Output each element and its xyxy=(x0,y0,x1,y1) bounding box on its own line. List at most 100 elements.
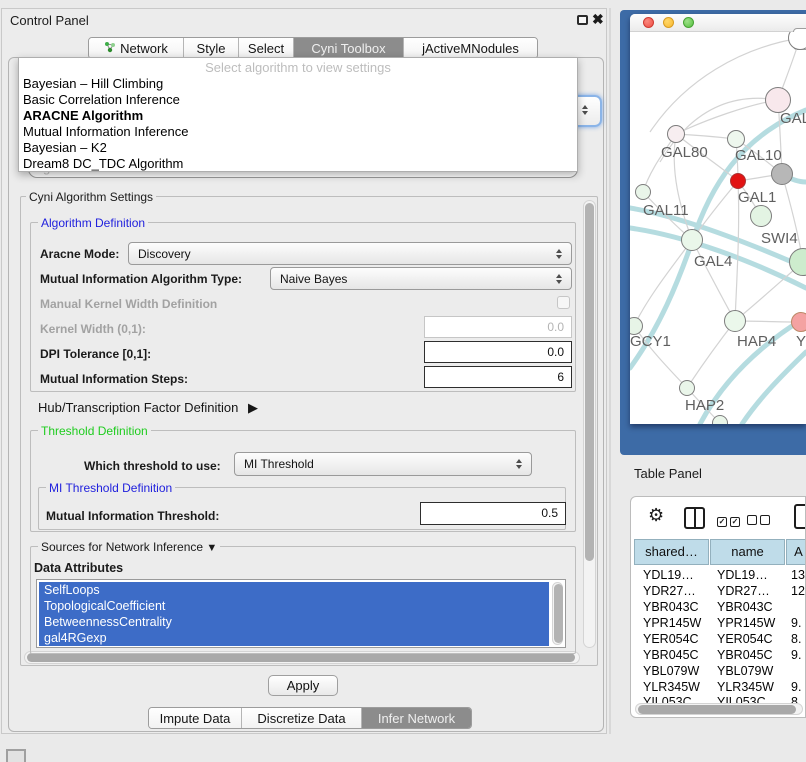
kernel-width-field[interactable]: 0.0 xyxy=(424,316,572,338)
float-panel-icon[interactable] xyxy=(577,15,588,25)
list-item-selfloops[interactable]: SelfLoops xyxy=(39,582,549,598)
table-cell[interactable]: YER054C xyxy=(717,632,773,646)
algorithm-dropdown-popup: Select algorithm to view settings Bayesi… xyxy=(18,57,578,172)
dropdown-item-aracne[interactable]: ARACNE Algorithm xyxy=(23,108,143,124)
node-gal10[interactable] xyxy=(727,130,745,148)
table-cell[interactable]: YDR27… xyxy=(643,584,696,598)
column-header-shared[interactable]: shared… xyxy=(634,539,709,565)
table-cell[interactable]: YDR27… xyxy=(717,584,770,598)
node-hap2[interactable] xyxy=(679,380,695,396)
tab-impute-data[interactable]: Impute Data xyxy=(149,708,241,728)
column-header-name[interactable]: name xyxy=(710,539,785,565)
table-cell[interactable]: YDL19… xyxy=(717,568,768,582)
close-panel-icon[interactable]: ✖ xyxy=(592,11,604,28)
dropdown-item-bayesian-hill-climbing[interactable]: Bayesian – Hill Climbing xyxy=(23,76,163,92)
column-header-a[interactable]: A xyxy=(786,539,806,565)
table-cell[interactable]: YDL19… xyxy=(643,568,694,582)
list-item-topologicalcoefficient[interactable]: TopologicalCoefficient xyxy=(39,598,549,614)
table-cell[interactable]: YBR043C xyxy=(717,600,773,614)
table-cell[interactable]: YBL079W xyxy=(643,664,699,678)
list-item-gal4rgexp[interactable]: gal4RGexp xyxy=(39,630,549,646)
mi-algorithm-type-combobox[interactable]: Naive Bayes xyxy=(270,267,572,290)
network-window-titlebar[interactable] xyxy=(630,14,806,32)
tab-network[interactable]: Network xyxy=(89,38,183,58)
settings-vertical-scrollbar[interactable] xyxy=(583,200,596,648)
minimize-window-icon[interactable] xyxy=(663,17,674,28)
node-gray[interactable] xyxy=(771,163,793,185)
tab-cyni-toolbox[interactable]: Cyni Toolbox xyxy=(293,38,403,58)
table-cell[interactable]: 13 xyxy=(791,568,805,582)
dpi-tolerance-field[interactable]: 0.0 xyxy=(424,341,572,363)
table-cell[interactable]: 8. xyxy=(791,632,801,646)
which-threshold-combobox[interactable]: MI Threshold xyxy=(234,452,532,476)
columns-icon[interactable] xyxy=(684,507,705,529)
zoom-window-icon[interactable] xyxy=(683,17,694,28)
table-cell[interactable]: YBL079W xyxy=(717,664,773,678)
node-label-y: Y xyxy=(796,333,806,350)
combo-spinner-icon xyxy=(552,249,566,259)
tab-style[interactable]: Style xyxy=(183,38,238,58)
table-cell[interactable]: 9. xyxy=(791,616,801,630)
select-all-columns-icon[interactable]: ✓✓ xyxy=(717,511,743,529)
table-horizontal-scrollbar[interactable] xyxy=(635,703,803,715)
hub-definition-toggle[interactable]: Hub/Transcription Factor Definition ▶ xyxy=(38,400,258,416)
tab-discretize-data[interactable]: Discretize Data xyxy=(241,708,361,728)
manual-kernel-width-checkbox[interactable] xyxy=(557,296,570,309)
aracne-mode-combobox[interactable]: Discovery xyxy=(128,242,572,265)
table-cell[interactable]: YLR345W xyxy=(717,680,774,694)
dropdown-item-basic-correlation[interactable]: Basic Correlation Inference xyxy=(23,92,180,108)
deselect-all-columns-icon[interactable] xyxy=(747,512,773,530)
node-green-bottom[interactable] xyxy=(712,415,728,424)
table-cell[interactable]: YPR145W xyxy=(643,616,701,630)
bottom-tabs: Impute Data Discretize Data Infer Networ… xyxy=(148,707,472,729)
panel-divider[interactable] xyxy=(609,8,611,734)
network-view-panel: GAL GAL80 GAL10 GAL1 GAL11 GAL4 SWI4 GCY… xyxy=(620,10,806,455)
table-cell[interactable]: YPR145W xyxy=(717,616,775,630)
dropdown-item-bayesian-k2[interactable]: Bayesian – K2 xyxy=(23,140,107,156)
combo-spinner-icon xyxy=(552,274,566,284)
table-cell[interactable]: YBR045C xyxy=(643,648,699,662)
node-gal11[interactable] xyxy=(635,184,651,200)
table-cell[interactable]: 9. xyxy=(791,648,801,662)
table-cell[interactable]: 12 xyxy=(791,584,805,598)
table-cell[interactable]: YLR345W xyxy=(643,680,700,694)
node-label-gal10: GAL10 xyxy=(735,147,782,164)
list-item-betweennesscentrality[interactable]: BetweennessCentrality xyxy=(39,614,549,630)
node-label-hap2: HAP2 xyxy=(685,397,724,414)
minimized-panel-chip[interactable] xyxy=(6,749,26,762)
tab-network-label: Network xyxy=(120,41,168,56)
table-mode-icon[interactable] xyxy=(794,504,806,529)
node-label-hap4: HAP4 xyxy=(737,333,776,350)
node-label-gal: GAL xyxy=(780,110,806,127)
mi-threshold-field[interactable]: 0.5 xyxy=(420,502,566,525)
table-cell[interactable]: 9. xyxy=(791,680,801,694)
table-cell[interactable]: YER054C xyxy=(643,632,699,646)
table-cell[interactable]: YBR045C xyxy=(717,648,773,662)
which-threshold-label: Which threshold to use: xyxy=(84,459,221,473)
mi-steps-field[interactable]: 6 xyxy=(424,366,572,388)
dropdown-item-mutual-information[interactable]: Mutual Information Inference xyxy=(23,124,188,140)
node-hap4[interactable] xyxy=(724,310,746,332)
node-green-mid[interactable] xyxy=(750,205,772,227)
tab-jactivemnodules[interactable]: jActiveMNodules xyxy=(403,38,537,58)
sources-group-title[interactable]: Sources for Network Inference ▼ xyxy=(38,540,220,554)
dropdown-item-dream8[interactable]: Dream8 DC_TDC Algorithm xyxy=(23,156,183,172)
node-label-gal1: GAL1 xyxy=(738,189,776,206)
network-canvas[interactable]: GAL GAL80 GAL10 GAL1 GAL11 GAL4 SWI4 GCY… xyxy=(630,32,806,424)
network-window[interactable]: GAL GAL80 GAL10 GAL1 GAL11 GAL4 SWI4 GCY… xyxy=(630,14,806,424)
node-gal1-red[interactable] xyxy=(730,173,746,189)
node-gal80[interactable] xyxy=(667,125,685,143)
gear-icon[interactable]: ⚙ xyxy=(648,505,664,526)
node-y-cut[interactable] xyxy=(791,312,806,332)
network-icon xyxy=(104,41,116,56)
node-gal4[interactable] xyxy=(681,229,703,251)
table-cell[interactable]: YBR043C xyxy=(643,600,699,614)
tab-infer-network[interactable]: Infer Network xyxy=(361,708,471,728)
tab-select[interactable]: Select xyxy=(238,38,293,58)
list-vertical-scrollbar[interactable] xyxy=(552,582,563,645)
close-window-icon[interactable] xyxy=(643,17,654,28)
table-panel: ⚙ ✓✓ shared… name A YDL19… YDL19… 13 YDR… xyxy=(630,496,806,718)
threshold-definition-title: Threshold Definition xyxy=(38,424,151,438)
apply-button[interactable]: Apply xyxy=(268,675,338,696)
data-attributes-list: SelfLoops TopologicalCoefficient Between… xyxy=(36,579,566,648)
